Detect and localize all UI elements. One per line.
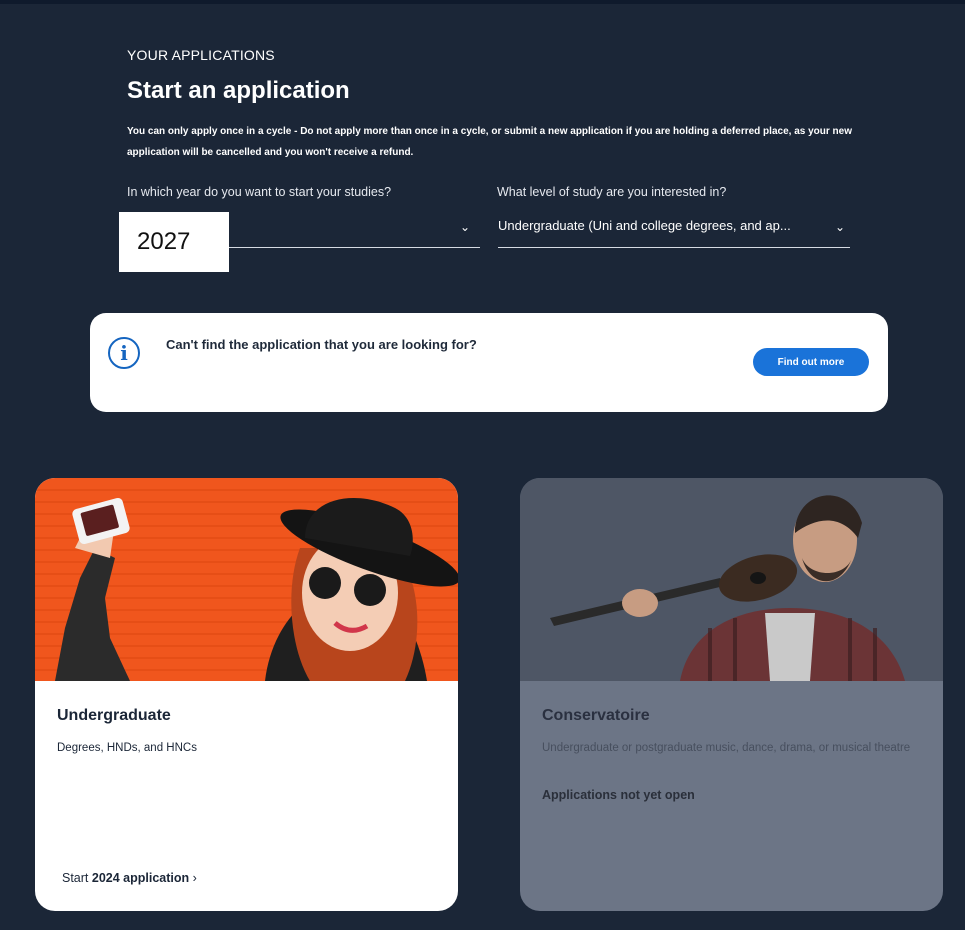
apply-once-notice: You can only apply once in a cycle - Do … xyxy=(127,126,852,158)
info-icon: i xyxy=(108,337,140,369)
find-out-more-button[interactable]: Find out more xyxy=(753,348,869,376)
chevron-down-icon: ⌄ xyxy=(459,220,470,234)
undergraduate-photo xyxy=(35,478,458,681)
level-select-value: Undergraduate (Uni and college degrees, … xyxy=(498,218,791,233)
start-link-year: 2024 application xyxy=(91,871,190,885)
card-description: Degrees, HNDs, and HNCs xyxy=(57,742,197,754)
chevron-right-icon: › xyxy=(189,871,197,885)
info-banner-text: Can't find the application that you are … xyxy=(166,337,477,352)
info-banner: i Can't find the application that you ar… xyxy=(90,313,888,412)
start-link-prefix: Start xyxy=(62,871,89,885)
start-application-link[interactable]: Start 2024 application › xyxy=(62,871,197,885)
card-title: Undergraduate xyxy=(57,707,171,724)
applications-status: Applications not yet open xyxy=(542,788,695,802)
page-title: Start an application xyxy=(127,77,350,104)
conservatoire-photo xyxy=(520,478,943,681)
card-description: Undergraduate or postgraduate music, dan… xyxy=(542,742,911,754)
section-eyebrow: YOUR APPLICATIONS xyxy=(127,47,275,63)
card-title: Conservatoire xyxy=(542,707,650,724)
level-select-label: What level of study are you interested i… xyxy=(497,185,727,199)
conservatoire-card: Conservatoire Undergraduate or postgradu… xyxy=(520,478,943,911)
chevron-down-icon: ⌄ xyxy=(834,220,845,234)
year-select-value: 2027 xyxy=(119,212,229,272)
year-select-label: In which year do you want to start your … xyxy=(127,185,392,199)
level-select[interactable]: Undergraduate (Uni and college degrees, … xyxy=(498,210,850,248)
undergraduate-card[interactable]: Undergraduate Degrees, HNDs, and HNCs St… xyxy=(35,478,458,911)
